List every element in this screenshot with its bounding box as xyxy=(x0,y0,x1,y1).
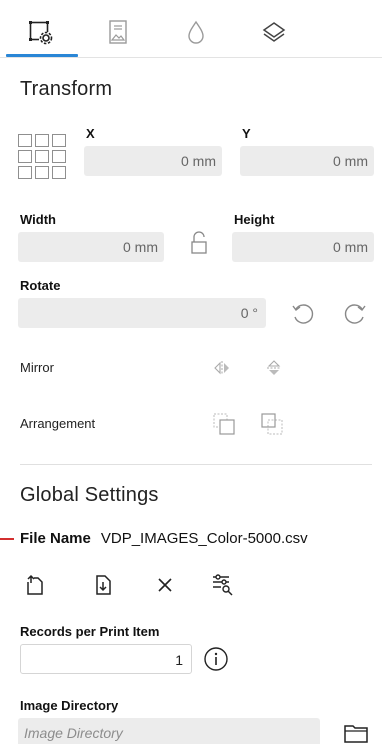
y-field[interactable]: 0 mm xyxy=(240,146,374,176)
x-label: X xyxy=(86,126,95,141)
records-label: Records per Print Item xyxy=(20,624,160,639)
mirror-label: Mirror xyxy=(20,360,54,375)
unlock-icon xyxy=(191,231,207,254)
anchor-top-right[interactable] xyxy=(52,134,66,147)
import-file-button[interactable] xyxy=(90,572,116,598)
tab-layers[interactable] xyxy=(254,12,294,52)
arrangement-label: Arrangement xyxy=(20,416,96,431)
transform-title: Transform xyxy=(20,78,113,100)
image-directory-label: Image Directory xyxy=(20,698,119,713)
y-label: Y xyxy=(242,126,251,141)
height-label: Height xyxy=(234,212,275,227)
rotate-cw-icon xyxy=(344,304,366,324)
send-backward-button[interactable] xyxy=(258,410,286,438)
mirror-vertical-button[interactable] xyxy=(262,356,286,380)
tab-bar xyxy=(0,0,382,58)
send-backward-icon xyxy=(261,413,283,435)
global-settings-title: Global Settings xyxy=(20,484,159,506)
rotate-cw-button[interactable] xyxy=(340,300,370,328)
active-tab-indicator xyxy=(6,54,78,57)
browse-folder-button[interactable] xyxy=(340,720,372,744)
bring-forward-button[interactable] xyxy=(210,410,238,438)
lock-aspect-button[interactable] xyxy=(186,228,212,258)
close-icon xyxy=(158,578,172,592)
section-divider xyxy=(20,464,372,465)
anchor-bottom-right[interactable] xyxy=(52,166,66,179)
records-field[interactable]: 1 xyxy=(20,644,192,674)
file-name-label: File Name xyxy=(20,530,91,547)
layers-icon xyxy=(262,22,286,42)
image-directory-field[interactable]: Image Directory xyxy=(18,718,320,744)
info-icon xyxy=(204,647,228,671)
bring-forward-icon xyxy=(213,413,235,435)
x-field[interactable]: 0 mm xyxy=(84,146,222,176)
records-info-button[interactable] xyxy=(202,645,230,673)
anchor-middle-right[interactable] xyxy=(52,150,66,163)
remove-file-button[interactable] xyxy=(152,572,178,598)
image-document-icon xyxy=(109,20,127,44)
rotate-field[interactable]: 0 ° xyxy=(18,298,266,328)
width-field[interactable]: 0 mm xyxy=(18,232,164,262)
filter-search-icon xyxy=(213,574,233,596)
transform-icon xyxy=(29,21,53,45)
flip-horizontal-icon xyxy=(214,361,229,375)
filter-search-button[interactable] xyxy=(208,570,236,598)
file-upload-icon xyxy=(27,574,43,595)
mirror-horizontal-button[interactable] xyxy=(210,356,234,380)
folder-icon xyxy=(344,725,368,743)
height-field[interactable]: 0 mm xyxy=(232,232,374,262)
file-name-value: VDP_IMAGES_Color-5000.csv xyxy=(100,530,308,547)
color-drop-icon xyxy=(188,20,204,44)
flip-vertical-icon xyxy=(267,360,281,375)
rotate-label: Rotate xyxy=(20,278,61,293)
anchor-point-grid[interactable] xyxy=(18,134,68,180)
export-file-button[interactable] xyxy=(22,572,48,598)
tab-transform[interactable] xyxy=(20,12,60,52)
anchor-bottom-left[interactable] xyxy=(18,166,32,179)
red-marker-line xyxy=(0,538,14,540)
anchor-bottom-center[interactable] xyxy=(35,166,49,179)
rotate-ccw-button[interactable] xyxy=(288,300,318,328)
rotate-ccw-icon xyxy=(292,304,314,324)
anchor-top-center[interactable] xyxy=(35,134,49,147)
anchor-top-left[interactable] xyxy=(18,134,32,147)
file-name-row: File Name VDP_IMAGES_Color-5000.csv xyxy=(20,530,308,547)
anchor-center[interactable] xyxy=(35,150,49,163)
tab-color[interactable] xyxy=(176,12,216,52)
anchor-middle-left[interactable] xyxy=(18,150,32,163)
tab-image[interactable] xyxy=(98,12,138,52)
width-label: Width xyxy=(20,212,56,227)
file-download-icon xyxy=(96,575,111,595)
